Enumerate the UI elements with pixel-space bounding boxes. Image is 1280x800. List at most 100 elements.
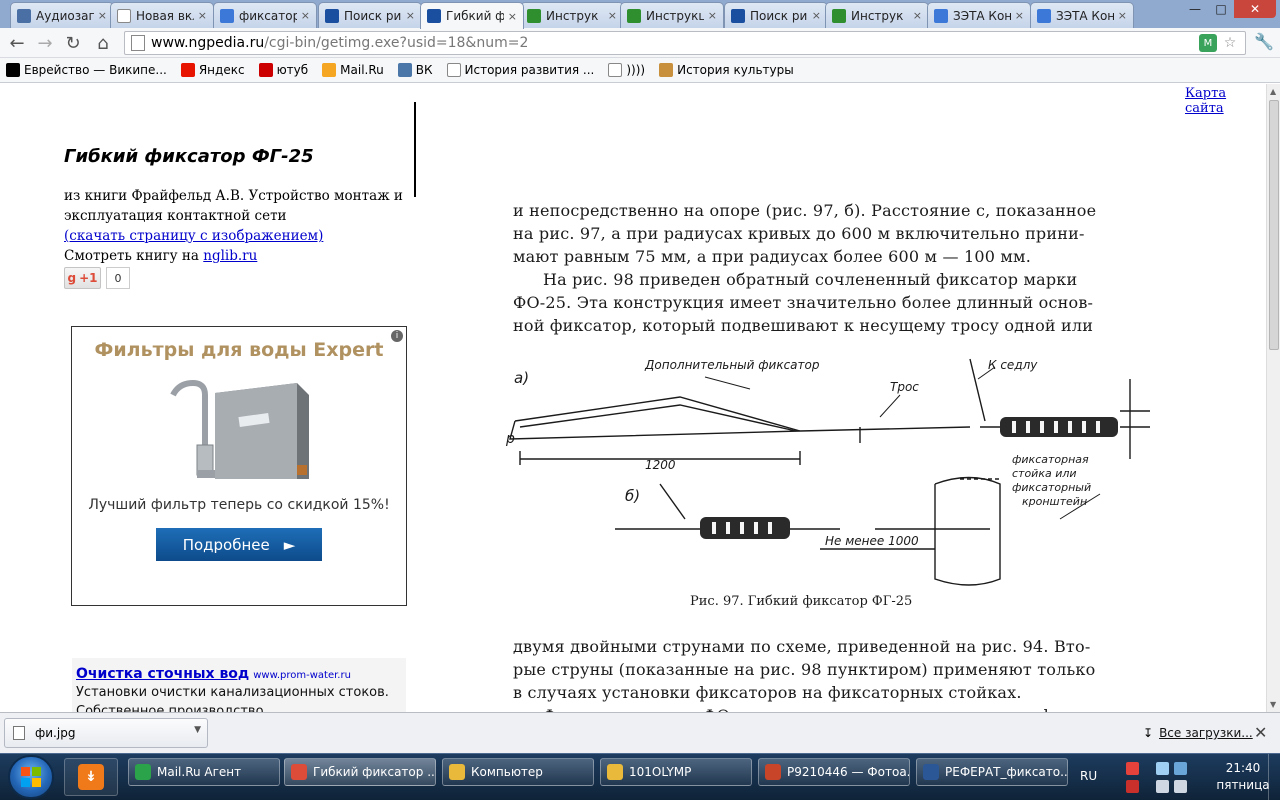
bookmark-item[interactable]: История культуры [659,63,794,77]
scroll-up-icon[interactable]: ▲ [1270,87,1276,96]
extra-fixator-label: Дополнительный фиксатор [644,358,820,372]
action-center-icon[interactable] [1156,780,1169,793]
speaker-icon[interactable] [1174,780,1187,793]
ad-more-button[interactable]: Подробнее ► [156,528,322,561]
tab-close-icon[interactable]: × [301,9,310,22]
browser-tab[interactable]: фиксатор × [213,2,317,28]
download-item[interactable]: фи.jpg ▼ [4,718,208,748]
browser-tab[interactable]: Аудиозаписи × [10,2,114,28]
taskbar-button[interactable]: Mail.Ru Агент [128,758,280,786]
browser-tab[interactable]: Инструк × [520,2,624,28]
show-desktop-button[interactable] [1268,754,1280,800]
extension-icon[interactable]: M [1199,34,1217,52]
tab-label: Инструк [546,8,599,23]
clock[interactable]: 21:40 пятница [1212,760,1274,794]
browser-tab[interactable]: Поиск ри × [724,2,828,28]
ngpedia-icon [731,8,745,23]
bookmark-item[interactable]: )))) [608,63,645,77]
browser-tab[interactable]: Инструк × [825,2,929,28]
scan-line: на рис. 97, а при радиусах кривых до 600… [513,224,1085,243]
tab-close-icon[interactable]: × [1015,9,1024,22]
text-ad-line-2: Собственное производство. [76,704,268,712]
network-icon[interactable] [1156,762,1169,775]
taskbar-button[interactable]: Гибкий фиксатор ... [284,758,436,786]
back-button[interactable]: ← [6,32,28,54]
ngpedia-icon [427,9,441,23]
tab-label: Новая вкладка [136,8,194,23]
scan-paragraph-2: На рис. 98 приведен обратный сочлененный… [513,268,1148,337]
taskbar-label: Компьютер [471,765,543,779]
browser-toolbar: ← → ↻ ⌂ www.ngpedia.ru/cgi-bin/getimg.ex… [0,28,1280,58]
bookmark-star-icon[interactable]: ☆ [1221,34,1239,52]
tab-close-icon[interactable]: × [198,9,207,22]
ad-banner[interactable]: i Фильтры для воды Expert Лучший фильтр … [71,326,407,606]
close-icon[interactable]: ✕ [1254,723,1267,742]
scan-paragraph-3: двумя двойными струнами по схеме, привед… [513,635,1148,712]
bookmark-item[interactable]: Яндекс [180,63,245,77]
pinned-app-button[interactable]: ↡ [64,758,118,796]
download-page-link[interactable]: (скачать страницу с изображением) [64,228,323,244]
browser-tab[interactable]: Гибкий ф × [420,2,524,29]
tab-close-icon[interactable]: × [98,9,107,22]
ad-title[interactable]: Фильтры для воды Expert [72,339,406,361]
gplus-widget: g +1 0 [64,267,130,289]
nglib-link[interactable]: nglib.ru [203,248,257,264]
maximize-button[interactable]: □ [1208,0,1234,18]
tab-close-icon[interactable]: × [608,9,617,22]
bookmark-label: История культуры [677,63,794,77]
word-icon [923,764,939,780]
browser-tab[interactable]: Инструкц × [620,2,724,28]
tab-close-icon[interactable]: × [812,9,821,22]
reload-button[interactable]: ↻ [62,32,84,54]
browser-tab[interactable]: Поиск ри × [318,2,422,28]
browser-tab[interactable]: ЗЭТА Кон × [1030,2,1134,28]
tray-icon[interactable] [1126,762,1139,775]
text-ad-title[interactable]: Очистка сточных вод [76,666,249,682]
scrollbar-thumb[interactable] [1269,100,1279,350]
forward-button[interactable]: → [34,32,56,54]
mailru-agent-icon [135,764,151,780]
tab-close-icon[interactable]: × [508,10,517,23]
browser-tab[interactable]: Новая вкладка × [110,2,214,28]
tab-close-icon[interactable]: × [708,9,717,22]
source-line-1: из книги Фрайфельд А.В. Устройство монта… [64,188,403,204]
taskbar-button[interactable]: РЕФЕРАТ_фиксато... [916,758,1068,786]
sitemap-link[interactable]: Карта сайта [1185,86,1266,116]
taskbar-button[interactable]: 101OLYMP [600,758,752,786]
ad-subtitle[interactable]: Лучший фильтр теперь со скидкой 15%! [72,497,406,513]
chevron-down-icon[interactable]: ▼ [194,725,201,735]
taskbar-button[interactable]: P9210446 — Фотоа... [758,758,910,786]
browser-tab[interactable]: ЗЭТА Кон × [927,2,1031,28]
gplus-button[interactable]: g +1 [64,267,101,289]
minimize-button[interactable]: — [1182,0,1208,18]
gear-flower-icon [527,8,541,23]
gplus-count: 0 [106,267,130,289]
youtube-icon [258,63,273,77]
home-button[interactable]: ⌂ [92,32,114,54]
scroll-down-icon[interactable]: ▼ [1270,700,1276,709]
image-file-icon [13,726,25,740]
tab-close-icon[interactable]: × [1118,9,1127,22]
text-ad-host[interactable]: www.prom-water.ru [253,670,351,681]
bookmark-item[interactable]: ВК [397,63,433,77]
text-ad: Очистка сточных вод www.prom-water.ru Уст… [72,658,406,712]
bookmark-item[interactable]: ютуб [258,63,308,77]
dim-1200-label: 1200 [645,458,676,472]
tab-close-icon[interactable]: × [913,9,922,22]
all-downloads-link[interactable]: ↧ Все загрузки... [1143,726,1253,740]
address-bar[interactable]: www.ngpedia.ru/cgi-bin/getimg.exe?usid=1… [124,31,1246,55]
close-window-button[interactable]: ✕ [1234,0,1276,18]
chrome-icon [291,764,307,780]
mailru-tray-icon[interactable] [1126,780,1139,793]
wrench-menu-icon[interactable]: 🔧 [1254,32,1274,51]
bookmark-item[interactable]: Еврейство — Википе... [6,63,167,77]
language-indicator[interactable]: RU [1080,769,1097,783]
tab-close-icon[interactable]: × [406,9,415,22]
taskbar-button[interactable]: Компьютер [442,758,594,786]
start-button[interactable] [8,755,54,799]
bookmark-item[interactable]: Mail.Ru [322,63,384,77]
page-scrollbar[interactable]: ▲ ▼ [1266,84,1280,712]
ad-button-label: Подробнее [182,535,270,554]
bookmark-item[interactable]: История развития ... [446,63,594,77]
volume-icon[interactable] [1174,762,1187,775]
